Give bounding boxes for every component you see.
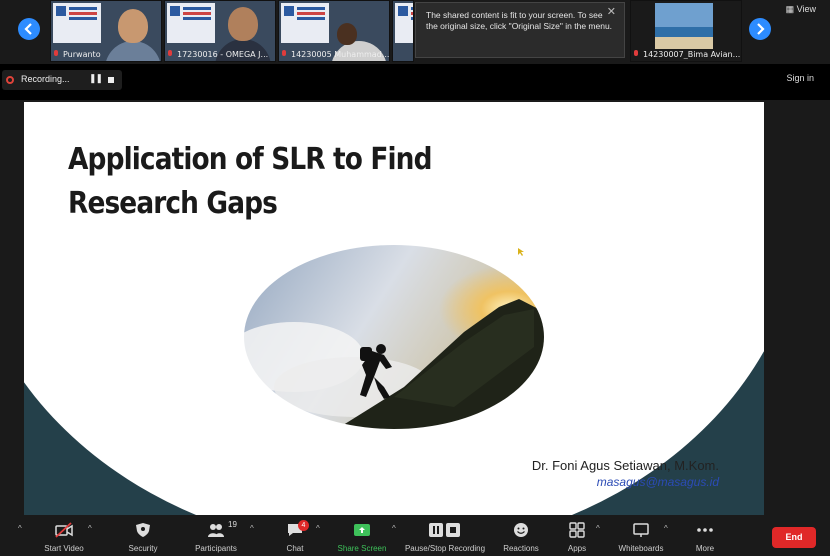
participant-name: Purwanto: [63, 50, 101, 59]
climber-photo: [234, 237, 554, 437]
participant-gallery: Purwanto 17230016 - OMEGA J... 14230005 …: [0, 0, 830, 64]
whiteboards-label: Whiteboards: [618, 544, 664, 553]
view-button[interactable]: ▦ View: [786, 4, 816, 15]
recording-indicator: Recording... ❚❚: [2, 70, 122, 90]
sign-in-link[interactable]: Sign in: [786, 73, 814, 83]
recording-dot-icon: [6, 76, 14, 84]
share-screen-label: Share Screen: [337, 544, 387, 553]
chat-label: Chat: [286, 544, 304, 553]
whiteboards-button[interactable]: Whiteboards: [612, 520, 670, 556]
participant-tile[interactable]: Purwanto: [50, 0, 162, 62]
event-banner: [167, 3, 215, 43]
presenter-email: masagus@masagus.id: [596, 475, 719, 489]
gallery-next-button[interactable]: [749, 18, 771, 40]
event-banner: [395, 3, 413, 43]
pause-stop-icon: [429, 523, 460, 537]
fit-screen-tooltip: The shared content is fit to your screen…: [415, 2, 625, 58]
gallery-prev-button[interactable]: [18, 18, 40, 40]
close-icon[interactable]: ✕: [607, 7, 616, 18]
meeting-toolbar: ^ Start Video ^ Security 19 Participants…: [0, 516, 830, 556]
more-button[interactable]: More: [690, 520, 720, 556]
tooltip-text: The shared content is fit to your screen…: [426, 10, 613, 31]
participant-name: 14230005 Muhammad...: [291, 50, 389, 59]
event-banner: [281, 3, 329, 43]
share-screen-icon: [354, 524, 370, 536]
more-label: More: [695, 544, 715, 553]
slide-title: Application of SLR to Find Research Gaps: [68, 142, 432, 221]
apps-icon: [569, 522, 585, 538]
participant-tile[interactable]: [392, 0, 414, 62]
chevron-up-icon[interactable]: ^: [18, 524, 22, 533]
apps-label: Apps: [567, 544, 587, 553]
chevron-up-icon[interactable]: ^: [664, 524, 668, 533]
chevron-up-icon[interactable]: ^: [88, 524, 92, 533]
pause-icon[interactable]: ❚❚: [89, 73, 103, 84]
participants-icon: [208, 524, 224, 537]
grid-icon: ▦: [785, 4, 795, 14]
chevron-up-icon[interactable]: ^: [596, 524, 600, 533]
event-banner: [53, 3, 101, 43]
reactions-button[interactable]: Reactions: [498, 520, 544, 556]
chevron-left-icon: [24, 23, 32, 35]
participant-tile[interactable]: 17230016 - OMEGA J...: [164, 0, 276, 62]
mouse-cursor-icon: [518, 248, 524, 256]
participant-tile[interactable]: 14230005 Muhammad...: [278, 0, 390, 62]
participants-button[interactable]: 19 Participants: [188, 520, 244, 556]
smiley-icon: [514, 523, 528, 537]
chevron-up-icon[interactable]: ^: [250, 524, 254, 533]
apps-button[interactable]: Apps: [562, 520, 592, 556]
chevron-right-icon: [757, 23, 765, 35]
chat-button[interactable]: 4 Chat: [278, 520, 312, 556]
recording-label: Recording...: [21, 74, 70, 84]
presenter-name: Dr. Foni Agus Setiawan, M.Kom.: [531, 458, 719, 473]
security-button[interactable]: Security: [118, 520, 168, 556]
whiteboard-icon: [633, 523, 649, 537]
start-video-label: Start Video: [44, 544, 84, 553]
pause-stop-recording-label: Pause/Stop Recording: [404, 544, 486, 553]
chevron-up-icon[interactable]: ^: [316, 524, 320, 533]
participant-tile[interactable]: 14230007_Bima Avian...: [630, 0, 742, 62]
participant-name: 17230016 - OMEGA J...: [177, 50, 269, 59]
pause-stop-recording-button[interactable]: Pause/Stop Recording: [400, 520, 490, 556]
view-label: View: [796, 4, 816, 14]
chevron-up-icon[interactable]: ^: [392, 524, 396, 533]
reactions-label: Reactions: [503, 544, 539, 553]
shared-slide: Application of SLR to Find Research Gaps: [24, 102, 764, 515]
video-off-icon: [55, 522, 73, 538]
participants-label: Participants: [195, 544, 237, 553]
recording-bar: Recording... ❚❚ Sign in: [0, 64, 830, 100]
stop-icon[interactable]: [108, 77, 114, 83]
security-label: Security: [128, 544, 158, 553]
participant-name: 14230007_Bima Avian...: [643, 50, 741, 59]
end-meeting-button[interactable]: End: [772, 527, 816, 548]
shield-icon: [136, 523, 150, 537]
participants-count: 19: [228, 520, 237, 529]
beach-photo: [655, 3, 713, 49]
share-screen-button[interactable]: Share Screen: [334, 520, 390, 556]
chat-badge: 4: [298, 520, 309, 531]
more-icon: [697, 528, 713, 532]
start-video-button[interactable]: Start Video: [38, 520, 90, 556]
